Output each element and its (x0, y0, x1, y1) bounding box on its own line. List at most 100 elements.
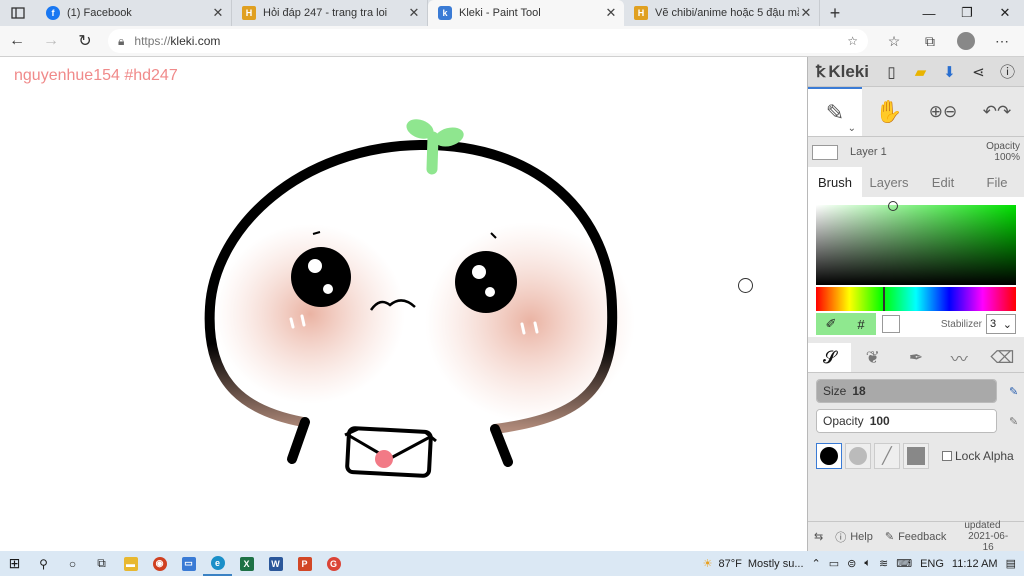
sv-handle[interactable] (888, 201, 898, 211)
chevron-up-icon[interactable]: ⌃ (812, 557, 821, 570)
word-icon[interactable]: W (261, 551, 290, 576)
clock[interactable]: 11:12 AM (952, 558, 998, 570)
search-icon[interactable]: ⚲ (29, 551, 58, 576)
tab-vechibi[interactable]: H Vẽ chibi/anime hoặc 5 đậu mầm ✕ (624, 0, 820, 26)
checkbox-icon (942, 451, 952, 461)
pen-brush-icon[interactable]: 𝓢 (808, 343, 852, 372)
forward-icon[interactable]: → (34, 32, 68, 50)
layer-row[interactable]: Layer 1 Opacity 100% (808, 137, 1024, 167)
collections-icon[interactable]: ⧉ (912, 32, 948, 50)
url-input[interactable]: 🔒︎ https:// kleki.com ☆ (108, 29, 868, 53)
notification-icon[interactable]: ▤ (1006, 557, 1016, 570)
help-button[interactable]: ⓘ Help (829, 529, 879, 545)
sketchy-brush-icon[interactable]: ✒ (894, 343, 937, 372)
network-icon[interactable]: ⊜ (847, 557, 856, 570)
stabilizer-select[interactable]: 3 ⌄ (986, 314, 1016, 334)
chrome-icon[interactable]: G (319, 551, 348, 576)
favorites-icon[interactable]: ☆ (876, 32, 912, 50)
drawing-canvas[interactable]: nguyenhue154 #hd247 (0, 57, 807, 551)
close-icon[interactable]: ✕ (211, 5, 225, 21)
weather-widget[interactable]: ☀ 87°F Mostly su... (703, 557, 804, 571)
updated-info[interactable]: updated 2021-06-16 (952, 520, 1024, 553)
opacity-slider[interactable]: Opacity 100 (816, 409, 997, 433)
computer-icon[interactable]: ▭ (174, 551, 203, 576)
back-icon[interactable]: ← (0, 32, 34, 50)
zoom-buttons[interactable]: ⊕⊖ (916, 87, 970, 136)
brush-tool-button[interactable]: ✎ ⌄ (808, 87, 862, 136)
close-icon[interactable]: ✕ (407, 5, 421, 21)
open-file-icon[interactable]: ▰ (906, 63, 935, 81)
language-indicator[interactable]: ENG (920, 558, 944, 570)
feedback-button[interactable]: ✎ Feedback (879, 530, 953, 544)
hex-button[interactable]: # (846, 313, 876, 335)
windows-start-icon[interactable]: ⊞ (0, 551, 29, 576)
wifi-icon[interactable]: ≋ (879, 557, 888, 570)
kleki-icon: k (438, 6, 452, 20)
undo-icon: ↶↷ (982, 101, 1012, 121)
square-shape-button[interactable] (903, 443, 929, 469)
saturation-value-box[interactable] (816, 201, 1016, 285)
sprout-stem (426, 131, 439, 175)
tab-strip: f (1) Facebook ✕ H Hỏi đáp 247 - trang t… (0, 0, 1024, 26)
opacity-label: Opacity (823, 414, 864, 428)
favorite-star-icon[interactable]: ☆ (847, 34, 858, 48)
undo-redo-buttons[interactable]: ↶↷ (970, 87, 1024, 136)
close-icon[interactable]: ✕ (604, 5, 618, 21)
tab-facebook[interactable]: f (1) Facebook ✕ (36, 0, 232, 26)
hue-marker[interactable] (883, 287, 885, 311)
pixel-brush-icon[interactable]: 〰 (938, 343, 981, 372)
file-explorer-icon[interactable]: ▬ (116, 551, 145, 576)
right-eye (455, 251, 517, 313)
powerpoint-icon[interactable]: P (290, 551, 319, 576)
blend-brush-icon[interactable]: ❦ (851, 343, 894, 372)
download-icon[interactable]: ⬇ (935, 63, 964, 81)
stabilizer-value: 3 (990, 318, 997, 330)
soft-shape-button[interactable] (845, 443, 871, 469)
tab-brush[interactable]: Brush (808, 167, 862, 197)
size-slider[interactable]: Size 18 (816, 379, 997, 403)
cortana-icon[interactable]: ○ (58, 551, 87, 576)
lock-icon[interactable]: 🔒︎ (118, 34, 124, 49)
tab-hoidap[interactable]: H Hỏi đáp 247 - trang tra loi ✕ (232, 0, 428, 26)
tab-layers[interactable]: Layers (862, 167, 916, 197)
kleki-logo-icon: ꝁ (816, 63, 826, 81)
line-shape-button[interactable]: ╱ (874, 443, 900, 469)
restore-icon[interactable]: ❐ (948, 0, 986, 26)
brush-type-row: 𝓢 ❦ ✒ 〰 ⌫ (808, 343, 1024, 373)
url-prefix: https:// (134, 34, 171, 48)
new-image-icon[interactable]: ▯ (877, 63, 906, 81)
swap-side-icon[interactable]: ⇆ (808, 530, 829, 543)
pressure-opacity-icon[interactable]: ✎ (1009, 415, 1018, 428)
minimize-icon[interactable]: — (910, 0, 948, 26)
tab-actions-icon[interactable] (0, 0, 36, 26)
help-icon[interactable]: ⓘ (993, 61, 1022, 82)
tab-file[interactable]: File (970, 167, 1024, 197)
eyedropper-icon[interactable]: ✐ (816, 313, 846, 335)
eraser-icon[interactable]: ⌫ (981, 343, 1024, 372)
close-window-icon[interactable]: ✕ (986, 0, 1024, 26)
keyboard-icon[interactable]: ⌨ (896, 557, 912, 570)
volume-icon[interactable]: 🔈︎ (864, 557, 871, 570)
hue-slider[interactable] (816, 287, 1016, 311)
system-tray: ☀ 87°F Mostly su... ⌃ ▭ ⊜ 🔈︎ ≋ ⌨ ENG 11:… (703, 557, 1024, 570)
secondary-color-swatch[interactable] (882, 315, 900, 333)
edge-icon[interactable]: e (203, 551, 232, 576)
close-icon[interactable]: ✕ (799, 5, 813, 21)
tab-kleki[interactable]: k Kleki - Paint Tool ✕ (428, 0, 624, 26)
media-player-icon[interactable]: ◉ (145, 551, 174, 576)
lock-alpha-checkbox[interactable]: Lock Alpha (942, 449, 1014, 463)
refresh-icon[interactable]: ↻ (68, 31, 102, 51)
hand-tool-button[interactable]: ✋ (862, 87, 916, 136)
excel-icon[interactable]: X (232, 551, 261, 576)
battery-icon[interactable]: ▭ (829, 557, 839, 570)
new-tab-button[interactable]: + (820, 0, 850, 26)
brush-icon: ✎ (825, 99, 845, 125)
round-shape-button[interactable] (816, 443, 842, 469)
feedback-label: Feedback (898, 530, 947, 543)
tab-edit[interactable]: Edit (916, 167, 970, 197)
task-view-icon[interactable]: ⧉ (87, 551, 116, 576)
more-icon[interactable]: ⋯ (984, 32, 1020, 50)
pressure-size-icon[interactable]: ✎ (1009, 385, 1018, 398)
share-icon[interactable]: ⋖ (964, 63, 993, 81)
profile-avatar[interactable] (948, 32, 984, 50)
